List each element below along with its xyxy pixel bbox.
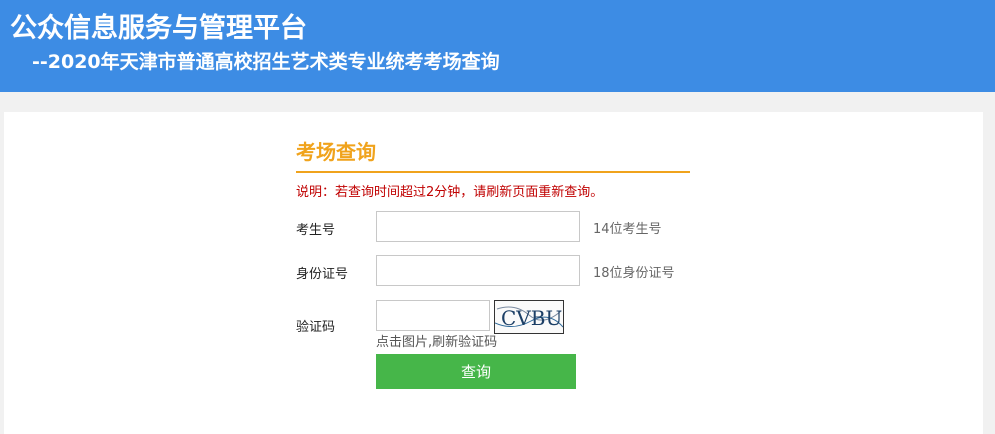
captcha-graphic: CVBU xyxy=(494,306,564,330)
captcha-text: CVBU xyxy=(501,306,562,330)
id-number-hint: 18位身份证号 xyxy=(593,266,675,281)
site-title: 公众信息服务与管理平台 xyxy=(10,13,307,44)
site-header: 公众信息服务与管理平台 --2020年天津市普通高校招生艺术类专业统考考场查询 xyxy=(0,0,995,92)
main-panel: 考场查询 说明：若查询时间超过2分钟，请刷新页面重新查询。 考生号 14位考生号… xyxy=(4,112,983,434)
id-number-input[interactable] xyxy=(376,255,580,286)
captcha-image[interactable]: CVBU xyxy=(494,300,564,334)
captcha-label: 验证码 xyxy=(296,320,336,335)
id-number-label: 身份证号 xyxy=(296,267,349,282)
captcha-input[interactable] xyxy=(376,300,490,331)
captcha-refresh-hint: 点击图片,刷新验证码 xyxy=(376,335,498,350)
form-heading: 考场查询 xyxy=(296,137,690,173)
exam-number-label: 考生号 xyxy=(296,223,336,238)
query-form: 考场查询 说明：若查询时间超过2分钟，请刷新页面重新查询。 考生号 14位考生号… xyxy=(296,137,690,389)
form-note: 说明：若查询时间超过2分钟，请刷新页面重新查询。 xyxy=(296,185,604,200)
query-button[interactable]: 查询 xyxy=(376,354,576,389)
exam-number-input[interactable] xyxy=(376,211,580,242)
site-subtitle: --2020年天津市普通高校招生艺术类专业统考考场查询 xyxy=(32,51,500,73)
exam-number-hint: 14位考生号 xyxy=(593,222,662,237)
